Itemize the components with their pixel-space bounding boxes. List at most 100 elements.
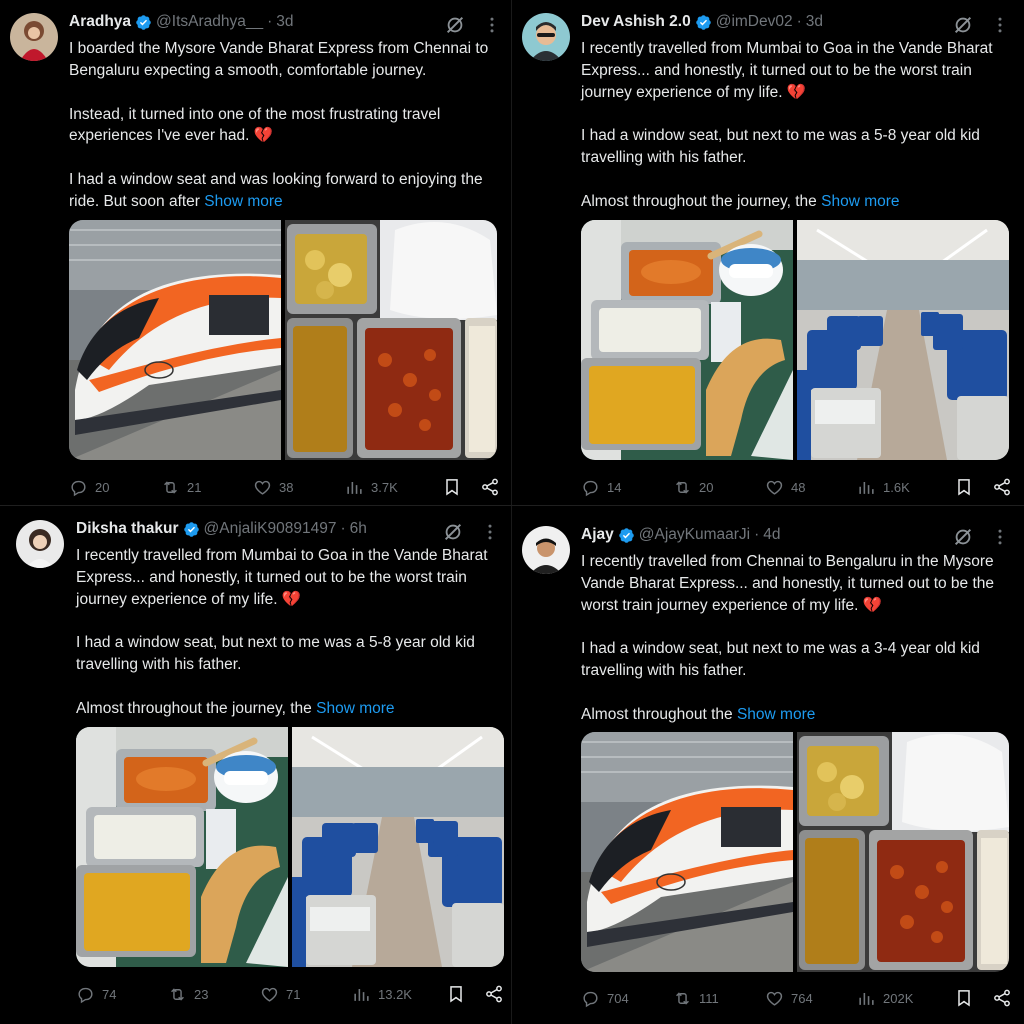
author-handle[interactable]: @ItsAradhya__ xyxy=(156,13,263,31)
paragraph: I recently travelled from Chennai to Ben… xyxy=(581,553,995,614)
retweet-count: 20 xyxy=(699,479,714,495)
timestamp[interactable]: 3d xyxy=(276,13,293,31)
author-handle[interactable]: @AjayKumaarJi xyxy=(639,526,750,544)
views-icon xyxy=(352,985,371,1004)
author-handle[interactable]: @AnjaliK90891497 xyxy=(204,520,337,538)
avatar[interactable] xyxy=(522,526,570,574)
heart-icon xyxy=(260,985,279,1004)
retweet-button[interactable]: 21 xyxy=(161,478,253,497)
media-photo-meal[interactable] xyxy=(581,220,793,460)
paragraph: I recently travelled from Mumbai to Goa … xyxy=(76,547,488,608)
show-more-link[interactable]: Show more xyxy=(821,193,899,210)
retweet-count: 21 xyxy=(187,479,202,495)
bookmark-icon[interactable] xyxy=(954,988,974,1008)
action-bar: 704 111 764 202K xyxy=(581,986,1012,1010)
retweet-button[interactable]: 23 xyxy=(168,985,260,1004)
avatar[interactable] xyxy=(522,13,570,61)
reply-button[interactable]: 20 xyxy=(69,478,161,497)
retweet-icon xyxy=(673,478,692,497)
tweet-header: Diksha thakur @AnjaliK90891497 · 6h xyxy=(76,518,496,540)
retweet-button[interactable]: 111 xyxy=(673,989,765,1008)
more-icon[interactable] xyxy=(990,15,1010,35)
media-photo-food[interactable] xyxy=(285,220,497,460)
retweet-icon xyxy=(168,985,187,1004)
tweet-card[interactable]: Aradhya @ItsAradhya__ · 3d I boarded the… xyxy=(0,0,512,512)
paragraph: I recently travelled from Mumbai to Goa … xyxy=(581,40,993,101)
more-icon[interactable] xyxy=(480,522,500,542)
more-icon[interactable] xyxy=(990,527,1010,547)
view-count: 202K xyxy=(883,990,914,1006)
more-icon[interactable] xyxy=(482,15,502,35)
author-handle[interactable]: @imDev02 xyxy=(716,13,793,31)
tweet-text: I boarded the Mysore Vande Bharat Expres… xyxy=(69,38,494,213)
view-count: 13.2K xyxy=(378,986,412,1002)
timestamp[interactable]: 3d xyxy=(806,13,823,31)
views-button[interactable]: 202K xyxy=(857,989,947,1008)
reply-button[interactable]: 14 xyxy=(581,478,673,497)
retweet-button[interactable]: 20 xyxy=(673,478,765,497)
like-button[interactable]: 764 xyxy=(765,989,857,1008)
show-more-link[interactable]: Show more xyxy=(204,193,282,210)
grok-icon[interactable] xyxy=(952,14,974,36)
paragraph: Instead, it turned into one of the most … xyxy=(69,105,441,145)
timestamp[interactable]: 4d xyxy=(763,526,780,544)
views-button[interactable]: 13.2K xyxy=(352,985,442,1004)
show-more-link[interactable]: Show more xyxy=(316,700,394,717)
retweet-count: 23 xyxy=(194,986,209,1002)
media-photo-coach[interactable] xyxy=(292,727,504,967)
author-name[interactable]: Ajay xyxy=(581,526,614,544)
paragraph: I had a window seat and was looking forw… xyxy=(69,169,494,213)
grok-icon[interactable] xyxy=(444,14,466,36)
share-icon[interactable] xyxy=(480,477,500,497)
like-count: 764 xyxy=(791,990,813,1006)
verified-badge-icon xyxy=(695,14,712,31)
like-button[interactable]: 71 xyxy=(260,985,352,1004)
media-photo-food[interactable] xyxy=(797,732,1009,972)
tweet-text: I recently travelled from Chennai to Ben… xyxy=(581,551,1006,726)
like-button[interactable]: 48 xyxy=(765,478,857,497)
share-icon[interactable] xyxy=(992,477,1012,497)
media-photo-train[interactable] xyxy=(581,732,793,972)
verified-badge-icon xyxy=(135,14,152,31)
media-photo-meal[interactable] xyxy=(76,727,288,967)
retweet-icon xyxy=(673,989,692,1008)
share-icon[interactable] xyxy=(484,984,504,1004)
author-name[interactable]: Aradhya xyxy=(69,13,131,31)
bookmark-icon[interactable] xyxy=(446,984,466,1004)
paragraph: Almost throughout the journey, the Show … xyxy=(581,191,1006,213)
timestamp[interactable]: 6h xyxy=(350,520,367,538)
reply-icon xyxy=(69,478,88,497)
bookmark-icon[interactable] xyxy=(442,477,462,497)
avatar[interactable] xyxy=(10,13,58,61)
author-name[interactable]: Dev Ashish 2.0 xyxy=(581,13,691,31)
views-button[interactable]: 3.7K xyxy=(345,478,435,497)
like-button[interactable]: 38 xyxy=(253,478,345,497)
author-name[interactable]: Diksha thakur xyxy=(76,520,179,538)
media-grid xyxy=(581,220,1009,460)
heart-icon xyxy=(765,478,784,497)
media-grid xyxy=(76,727,504,967)
views-icon xyxy=(857,989,876,1008)
paragraph: I had a window seat, but next to me was … xyxy=(581,640,980,680)
reply-count: 14 xyxy=(607,479,622,495)
show-more-link[interactable]: Show more xyxy=(737,706,815,723)
like-count: 38 xyxy=(279,479,294,495)
media-photo-train[interactable] xyxy=(69,220,281,460)
avatar[interactable] xyxy=(16,520,64,568)
tweet-card[interactable]: Diksha thakur @AnjaliK90891497 · 6h I re… xyxy=(0,512,512,1024)
reply-button[interactable]: 74 xyxy=(76,985,168,1004)
grok-icon[interactable] xyxy=(442,521,464,543)
views-icon xyxy=(345,478,364,497)
media-photo-coach[interactable] xyxy=(797,220,1009,460)
bookmark-icon[interactable] xyxy=(954,477,974,497)
tweet-card[interactable]: Ajay @AjayKumaarJi · 4d I recently trave… xyxy=(512,512,1024,1024)
heart-icon xyxy=(765,989,784,1008)
verified-badge-icon xyxy=(618,527,635,544)
tweet-card[interactable]: Dev Ashish 2.0 @imDev02 · 3d I recently … xyxy=(512,0,1024,512)
reply-button[interactable]: 704 xyxy=(581,989,673,1008)
grok-icon[interactable] xyxy=(952,526,974,548)
media-grid xyxy=(581,732,1009,972)
share-icon[interactable] xyxy=(992,988,1012,1008)
paragraph: I had a window seat, but next to me was … xyxy=(581,127,980,167)
views-button[interactable]: 1.6K xyxy=(857,478,947,497)
